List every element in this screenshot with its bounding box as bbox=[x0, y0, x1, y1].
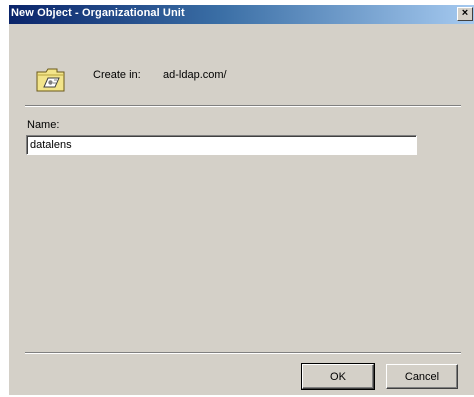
name-input[interactable] bbox=[26, 135, 417, 155]
name-label: Name: bbox=[27, 119, 60, 131]
close-button[interactable]: × bbox=[457, 7, 473, 21]
create-in-label: Create in: bbox=[93, 69, 141, 81]
close-icon: × bbox=[461, 7, 469, 19]
top-separator bbox=[25, 105, 461, 107]
folder-icon bbox=[36, 68, 65, 92]
bottom-separator bbox=[25, 352, 461, 354]
create-in-value: ad-ldap.com/ bbox=[163, 69, 227, 81]
window-title: New Object - Organizational Unit bbox=[11, 7, 185, 19]
ok-button[interactable]: OK bbox=[301, 363, 375, 390]
title-bar[interactable]: New Object - Organizational Unit × bbox=[9, 5, 474, 24]
new-object-dialog: New Object - Organizational Unit × Creat… bbox=[8, 4, 474, 395]
cancel-button[interactable]: Cancel bbox=[386, 364, 458, 389]
